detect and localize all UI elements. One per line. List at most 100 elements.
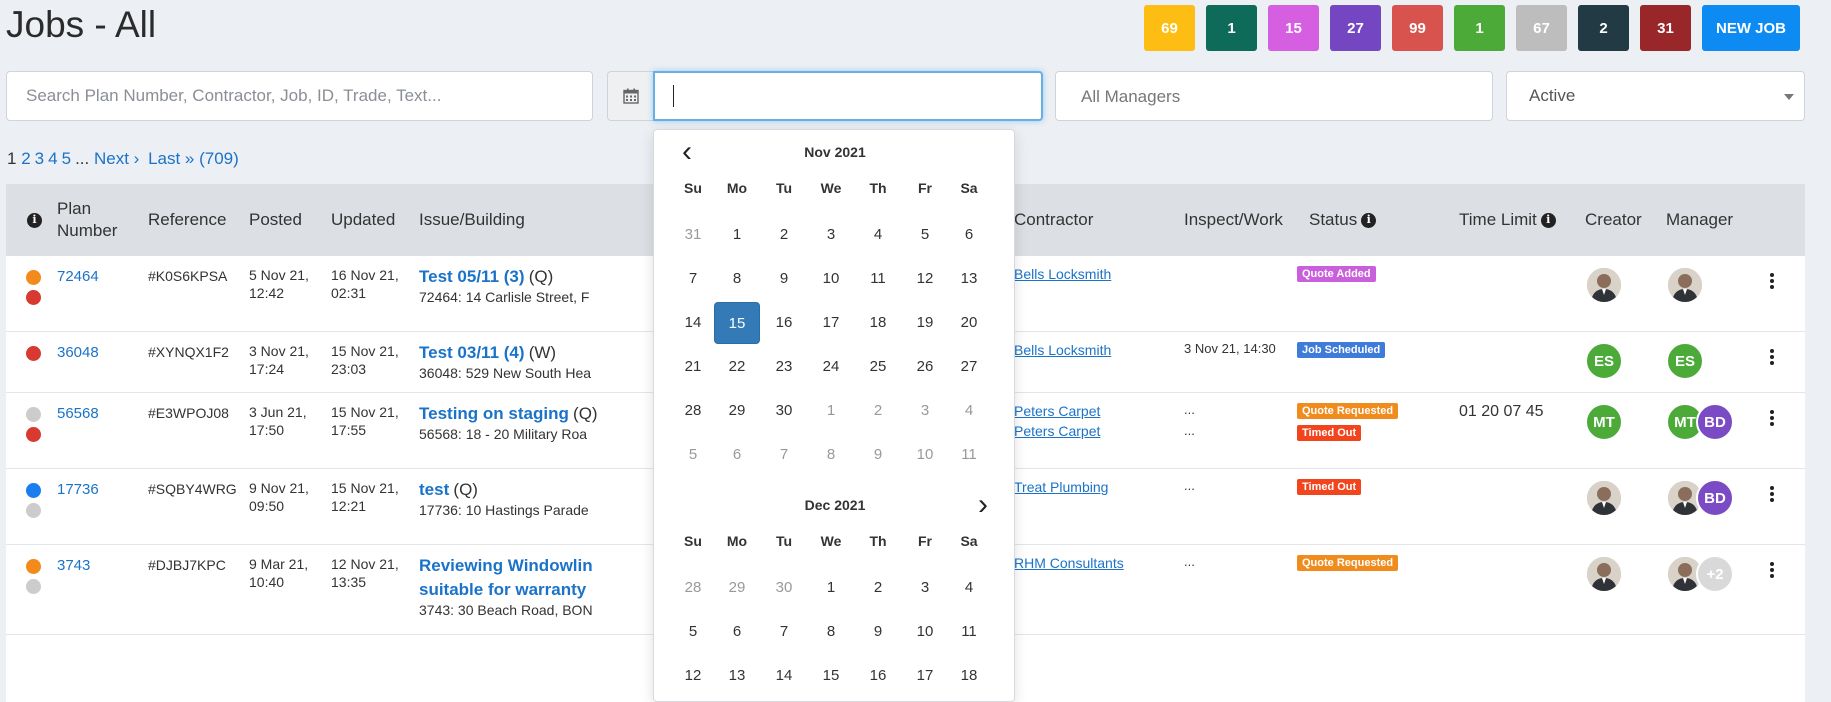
calendar-day[interactable]: 1 [714,214,760,256]
header-inspect-work[interactable]: Inspect/Work [1184,184,1283,256]
calendar-day[interactable]: 30 [761,390,807,432]
more-actions-icon[interactable] [1770,562,1774,580]
calendar-day[interactable]: 4 [855,214,901,256]
new-job-button[interactable]: NEW JOB [1702,5,1800,51]
calendar-day[interactable]: 8 [714,258,760,300]
status-select[interactable]: Active [1506,71,1805,121]
calendar-day[interactable]: 18 [855,302,901,344]
status-count-badge[interactable]: 27 [1330,5,1381,51]
calendar-day[interactable]: 8 [808,434,854,476]
contractor-link[interactable]: Peters Carpet [1014,419,1100,443]
managers-filter[interactable]: All Managers [1055,71,1493,121]
plan-number-link[interactable]: 72464 [57,268,99,285]
calendar-day[interactable]: 28 [670,567,716,609]
calendar-day[interactable]: 19 [902,302,948,344]
calendar-day[interactable]: 11 [946,434,992,476]
user-initials-avatar[interactable]: MT [1585,403,1623,441]
header-posted[interactable]: Posted [249,184,302,256]
header-creator[interactable]: Creator [1585,184,1642,256]
calendar-day[interactable]: 10 [808,258,854,300]
status-count-badge[interactable]: 31 [1640,5,1691,51]
header-status[interactable]: Status i [1309,184,1377,256]
calendar-day[interactable]: 5 [670,434,716,476]
plan-number-link[interactable]: 36048 [57,344,99,361]
calendar-day[interactable]: 9 [855,611,901,653]
status-count-badge[interactable]: 99 [1392,5,1443,51]
calendar-day[interactable]: 26 [902,346,948,388]
calendar-day[interactable]: 2 [855,390,901,432]
calendar-day[interactable]: 3 [808,214,854,256]
header-time-limit[interactable]: Time Limit i [1459,184,1556,256]
user-initials-avatar[interactable]: ES [1666,342,1704,380]
issue-title-link[interactable]: suitable for warranty [419,578,659,602]
contractor-link[interactable]: RHM Consultants [1014,551,1124,575]
next-page-link[interactable]: Next › [94,149,139,168]
calendar-day[interactable]: 6 [946,214,992,256]
calendar-day[interactable]: 1 [808,390,854,432]
calendar-day[interactable]: 14 [670,302,716,344]
calendar-day[interactable]: 1 [808,567,854,609]
chevron-left-icon[interactable]: ‹ [672,137,702,167]
issue-title-link[interactable]: test [419,480,449,499]
calendar-day[interactable]: 7 [761,434,807,476]
calendar-day[interactable]: 15 [808,655,854,697]
header-manager[interactable]: Manager [1666,184,1733,256]
calendar-day[interactable]: 10 [902,611,948,653]
page-link[interactable]: 4 [48,149,57,168]
plan-number-link[interactable]: 56568 [57,405,99,422]
calendar-day[interactable]: 18 [946,655,992,697]
calendar-day[interactable]: 7 [670,258,716,300]
calendar-day[interactable]: 23 [761,346,807,388]
calendar-day[interactable]: 11 [946,611,992,653]
status-count-badge[interactable]: 1 [1206,5,1257,51]
date-range-input[interactable] [653,71,1043,121]
calendar-day[interactable]: 4 [946,390,992,432]
status-count-badge[interactable]: 2 [1578,5,1629,51]
calendar-day[interactable]: 3 [902,390,948,432]
calendar-addon[interactable] [607,71,654,121]
calendar-day[interactable]: 7 [761,611,807,653]
user-photo-avatar[interactable] [1666,266,1704,304]
calendar-day[interactable]: 21 [670,346,716,388]
status-count-badge[interactable]: 1 [1454,5,1505,51]
calendar-day[interactable]: 9 [855,434,901,476]
contractor-link[interactable]: Treat Plumbing [1014,475,1108,499]
calendar-day-selected[interactable]: 15 [714,302,760,344]
status-count-badge[interactable]: 67 [1516,5,1567,51]
calendar-day[interactable]: 5 [902,214,948,256]
calendar-day[interactable]: 2 [761,214,807,256]
calendar-day[interactable]: 28 [670,390,716,432]
calendar-day[interactable]: 4 [946,567,992,609]
more-actions-icon[interactable] [1770,486,1774,504]
calendar-day[interactable]: 27 [946,346,992,388]
status-count-badge[interactable]: 15 [1268,5,1319,51]
issue-title-link[interactable]: Test 03/11 (4) [419,343,525,362]
calendar-day[interactable]: 17 [808,302,854,344]
issue-title-link[interactable]: Test 05/11 (3) [419,267,525,286]
calendar-day[interactable]: 24 [808,346,854,388]
calendar-day[interactable]: 22 [714,346,760,388]
calendar-day[interactable]: 6 [714,434,760,476]
header-contractor[interactable]: Contractor [1014,184,1093,256]
calendar-day[interactable]: 30 [761,567,807,609]
calendar-day[interactable]: 5 [670,611,716,653]
more-actions-icon[interactable] [1770,410,1774,428]
more-actions-icon[interactable] [1770,273,1774,291]
user-initials-avatar[interactable]: BD [1696,479,1734,517]
calendar-day[interactable]: 13 [714,655,760,697]
info-header[interactable]: i [27,184,42,256]
calendar-day[interactable]: 12 [670,655,716,697]
calendar-day[interactable]: 16 [855,655,901,697]
last-page-link[interactable]: Last » (709) [148,149,239,168]
user-photo-avatar[interactable] [1585,266,1623,304]
calendar-day[interactable]: 8 [808,611,854,653]
calendar-day[interactable]: 2 [855,567,901,609]
calendar-day[interactable]: 20 [946,302,992,344]
calendar-day[interactable]: 9 [761,258,807,300]
header-plan-number[interactable]: Plan Number [57,184,137,256]
user-initials-avatar[interactable]: ES [1585,342,1623,380]
page-link[interactable]: 2 [21,149,30,168]
plan-number-link[interactable]: 3743 [57,557,90,574]
calendar-day[interactable]: 3 [902,567,948,609]
issue-title-link[interactable]: Testing on staging [419,404,569,423]
